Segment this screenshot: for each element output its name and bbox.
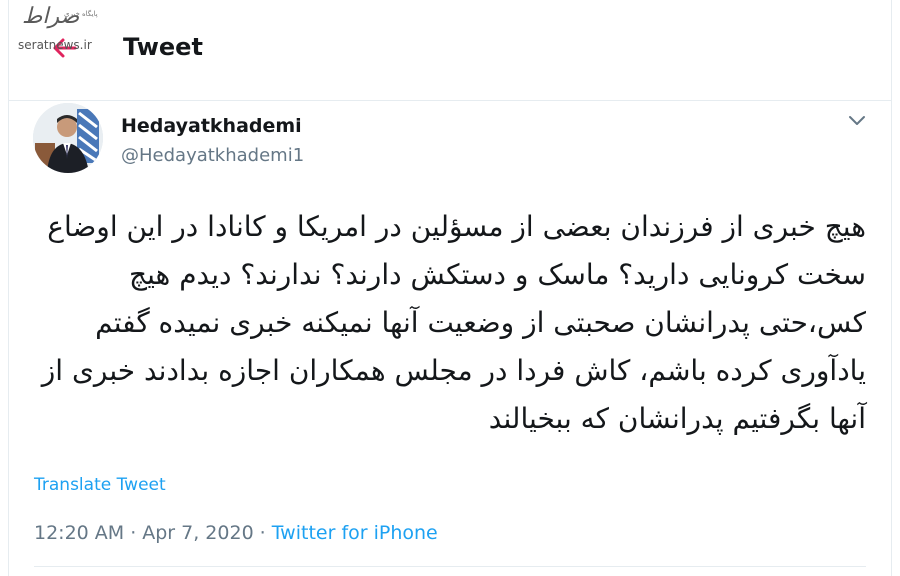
right-border — [891, 0, 892, 576]
chevron-down-icon[interactable] — [846, 112, 868, 130]
page-header: Tweet — [9, 0, 891, 101]
divider — [34, 566, 866, 567]
watermark-site: seratnews.ir — [18, 38, 92, 52]
page-title: Tweet — [123, 33, 203, 61]
tweet-date: Apr 7, 2020 — [142, 522, 254, 544]
tweet-meta: 12:20 AM · Apr 7, 2020 · Twitter for iPhone — [34, 522, 438, 544]
tweet-source-link[interactable]: Twitter for iPhone — [272, 522, 438, 544]
meta-separator: · — [259, 522, 266, 544]
meta-separator: · — [130, 522, 137, 544]
site-watermark: صراط پایگاه خبری seratnews.ir — [16, 4, 100, 56]
tweet-time: 12:20 AM — [34, 522, 125, 544]
tweet-text: هیچ خبری از فرزندان بعضی از مسؤلین در ام… — [41, 210, 866, 435]
author-display-name[interactable]: Hedayatkhademi — [121, 115, 302, 137]
watermark-caption: پایگاه خبری — [64, 10, 98, 18]
avatar[interactable] — [33, 103, 103, 173]
translate-tweet-link[interactable]: Translate Tweet — [34, 475, 166, 495]
author-handle: @Hedayatkhademi1 — [121, 145, 305, 166]
